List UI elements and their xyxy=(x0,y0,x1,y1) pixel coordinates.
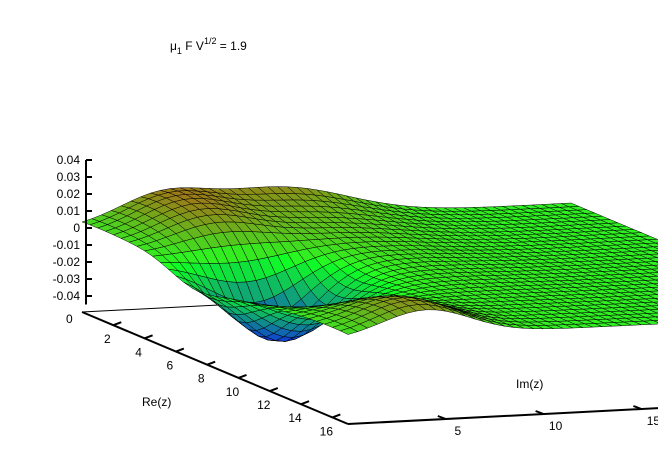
z-tick-label: -0.02 xyxy=(53,255,81,269)
surface-mesh xyxy=(81,186,658,342)
z-tick-label: -0.03 xyxy=(53,272,81,286)
title-mid: F V xyxy=(182,39,204,53)
z-base-label: 0 xyxy=(66,312,73,326)
z-tick-label: 0.03 xyxy=(57,170,81,184)
z-tick-label: 0.02 xyxy=(57,187,81,201)
x-tick-label: 4 xyxy=(135,345,142,359)
x-tick-label: 6 xyxy=(167,359,174,373)
z-tick-label: 0 xyxy=(73,221,80,235)
title-tail: = 1.9 xyxy=(216,39,247,53)
z-tick-label: -0.01 xyxy=(53,238,81,252)
x-tick-label: 16 xyxy=(320,424,334,438)
x-tick-label: 2 xyxy=(104,332,111,346)
x-tick-label: 14 xyxy=(288,411,302,425)
y-tick-label: 10 xyxy=(549,419,563,433)
x-tick xyxy=(206,360,216,366)
x-tick xyxy=(144,334,153,340)
x-tick xyxy=(238,373,247,379)
y-tick-label: 5 xyxy=(454,424,461,438)
y-tick-label: 15 xyxy=(647,414,658,428)
x-axis: 2 4 6 8 10 12 14 16 xyxy=(104,321,341,438)
base-edge-y xyxy=(347,407,658,425)
chart-title: μ1 F V1/2 = 1.9 xyxy=(170,36,247,56)
x-tick-label: 12 xyxy=(257,398,271,412)
x-tick xyxy=(112,321,122,327)
z-tick-label: -0.04 xyxy=(53,289,81,303)
title-sup: 1/2 xyxy=(204,36,217,46)
z-axis: 0.04 0.03 0.02 0.01 0 -0.01 -0.02 -0.03 -0.04 xyxy=(53,153,92,305)
x-tick xyxy=(175,347,185,353)
x-axis-label: Re(z) xyxy=(142,395,171,409)
x-tick xyxy=(269,387,279,392)
x-tick xyxy=(300,400,310,406)
z-tick-label: 0.01 xyxy=(57,204,81,218)
x-tick-label: 10 xyxy=(226,385,240,399)
z-tick-label: 0.04 xyxy=(57,153,81,167)
x-tick xyxy=(332,413,341,419)
surface-plot: μ1 F V1/2 = 1.9 0.04 0.03 0.02 0.01 0 -0.01 -0… xyxy=(53,36,658,438)
x-tick-label: 8 xyxy=(198,372,205,386)
y-axis-label: Im(z) xyxy=(516,377,543,391)
